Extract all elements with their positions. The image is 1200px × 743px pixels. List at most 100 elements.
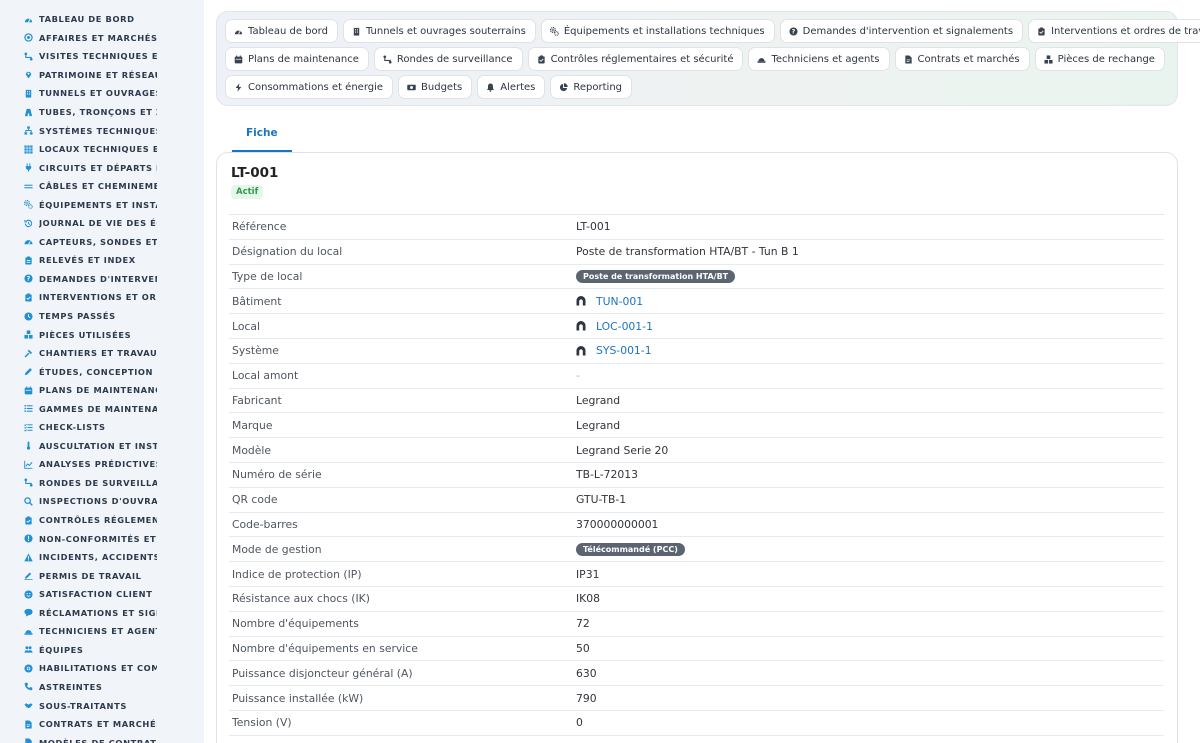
sidebar-item-label: TUBES, TRONÇONS ET ZO	[39, 107, 157, 117]
sidebar-item[interactable]: ASTREINTES	[0, 678, 204, 697]
route-icon	[24, 52, 33, 61]
sidebar-item-label: INTERVENTIONS ET ORDI	[39, 292, 157, 303]
file-contract-icon	[24, 719, 33, 729]
sidebar-item[interactable]: RELEVÉS ET INDEX	[0, 251, 204, 270]
tab-fiche[interactable]: Fiche	[232, 118, 292, 152]
sidebar-item[interactable]: TEMPS PASSÉS	[0, 307, 204, 326]
field-label: Nombre d'équipements en service	[232, 641, 418, 655]
sidebar-item[interactable]: NON-CONFORMITÉS ET A	[0, 529, 204, 548]
gears-icon	[549, 26, 559, 36]
sidebar-item-label: TABLEAU DE BORD	[39, 14, 135, 25]
record-link[interactable]: TUN-001	[576, 295, 643, 308]
shortcut-chip-label: Consommations et énergie	[248, 81, 384, 93]
building-icon	[24, 89, 33, 98]
sidebar-item[interactable]: HABILITATIONS ET COMP	[0, 659, 204, 678]
field-label: Indice de protection (IP)	[232, 567, 362, 581]
clipboard-check-icon	[24, 515, 33, 525]
sidebar-item[interactable]: TUBES, TRONÇONS ET ZO	[0, 103, 204, 122]
sidebar-item[interactable]: TUNNELS ET OUVRAGES	[0, 84, 204, 103]
sidebar-item[interactable]: MODÈLES DE CONTRATS	[0, 733, 204, 743]
certificate-icon	[24, 664, 33, 673]
shortcut-chip[interactable]: Tunnels et ouvrages souterrains	[342, 19, 536, 43]
shortcut-chip[interactable]: Techniciens et agents	[748, 47, 890, 71]
shortcut-chip-label: Reporting	[573, 81, 623, 93]
smile-icon	[24, 590, 33, 599]
shortcut-chip[interactable]: Équipements et installations techniques	[540, 19, 775, 43]
sidebar-item[interactable]: ÉTUDES, CONCEPTION ET	[0, 362, 204, 381]
sidebar-item[interactable]: INCIDENTS, ACCIDENTS E	[0, 548, 204, 567]
sidebar-item[interactable]: ANALYSES PRÉDICTIVES	[0, 455, 204, 474]
shortcut-chip[interactable]: Plans de maintenance	[225, 47, 369, 71]
sidebar-item[interactable]: CHANTIERS ET TRAVAUX	[0, 344, 204, 363]
sidebar-item[interactable]: AFFAIRES ET MARCHÉS	[0, 29, 204, 48]
field-label: Mode de gestion	[232, 542, 322, 556]
field-value: 50	[576, 641, 590, 655]
shortcut-chip[interactable]: Pièces de rechange	[1034, 47, 1165, 71]
field-label: Local	[232, 319, 260, 333]
shortcut-chip[interactable]: ? Demandes d'intervention et signalements	[779, 19, 1024, 43]
record-link[interactable]: LOC-001-1	[576, 320, 653, 333]
field-row: Numéro de série TB-L-72013	[229, 463, 1164, 488]
sidebar-item[interactable]: RONDES DE SURVEILLAN	[0, 474, 204, 493]
sidebar-item[interactable]: PERMIS DE TRAVAIL	[0, 566, 204, 585]
sidebar-item-label: RONDES DE SURVEILLAN	[39, 477, 157, 488]
sidebar-item[interactable]: CONTRÔLES RÉGLEMENT	[0, 511, 204, 530]
sidebar-item[interactable]: LOCAUX TECHNIQUES ET	[0, 140, 204, 159]
shortcut-chip[interactable]: Consommations et énergie	[225, 75, 394, 99]
sidebar-item[interactable]: INTERVENTIONS ET ORDI	[0, 288, 204, 307]
field-row: Local LOC-001-1	[229, 314, 1164, 339]
field-value: 72	[576, 617, 590, 631]
sidebar-item[interactable]: JOURNAL DE VIE DES ÉQ	[0, 214, 204, 233]
sidebar-item[interactable]: ÉQUIPEMENTS ET INSTAL	[0, 195, 204, 214]
sidebar-item[interactable]: PATRIMOINE ET RÉSEAUX	[0, 66, 204, 85]
field-row: Marque Legrand	[229, 413, 1164, 439]
field-value: Poste de transformation HTA/BT	[576, 269, 736, 283]
sidebar-item[interactable]: GAMMES DE MAINTENAN	[0, 399, 204, 418]
sidebar-item[interactable]: RÉCLAMATIONS ET SIGNA	[0, 604, 204, 623]
sidebar-item[interactable]: PIÈCES UTILISÉES	[0, 325, 204, 344]
handshake-icon	[24, 701, 33, 710]
sidebar-item[interactable]: ? DEMANDES D'INTERVENT	[0, 270, 204, 289]
svg-text:?: ?	[791, 28, 795, 35]
sidebar-item[interactable]: CHECK-LISTS	[0, 418, 204, 437]
helmet-icon	[24, 627, 33, 636]
shortcut-chip[interactable]: Budgets	[398, 75, 473, 99]
sidebar-item[interactable]: AUSCULTATION ET INSTR	[0, 437, 204, 456]
sidebar-item[interactable]: PLANS DE MAINTENANCE	[0, 381, 204, 400]
sidebar-item[interactable]: SYSTÈMES TECHNIQUES	[0, 121, 204, 140]
shortcut-chip[interactable]: Tableau de bord	[225, 19, 338, 43]
sidebar-item[interactable]: SOUS-TRAITANTS	[0, 696, 204, 715]
field-row: Tension (V) 0	[229, 711, 1164, 736]
sidebar-item-label: SATISFACTION CLIENT	[39, 589, 153, 600]
sidebar-item[interactable]: TECHNICIENS ET AGENTS	[0, 622, 204, 641]
record-card: LT-001 Actif Référence LT-001 Désignation …	[216, 152, 1178, 743]
sidebar-item[interactable]: CÂBLES ET CHEMINEMEN	[0, 177, 204, 196]
pencil-ruler-icon	[24, 367, 33, 376]
sidebar-item[interactable]: CAPTEURS, SONDES ET C	[0, 233, 204, 252]
sidebar-item[interactable]: CIRCUITS ET DÉPARTS ÉL	[0, 158, 204, 177]
shortcut-chip[interactable]: Reporting	[550, 75, 633, 99]
shortcut-chip[interactable]: Rondes de surveillance	[373, 47, 523, 71]
sidebar-item-label: CIRCUITS ET DÉPARTS ÉL	[39, 162, 157, 173]
gears-icon	[24, 200, 33, 210]
shortcut-chip[interactable]: Contrôles réglementaires et sécurité	[527, 47, 744, 71]
sidebar-item[interactable]: INSPECTIONS D'OUVRAG	[0, 492, 204, 511]
shortcut-chip[interactable]: Alertes	[477, 75, 546, 99]
sidebar-item[interactable]: CONTRATS ET MARCHÉS	[0, 715, 204, 734]
main-content: Tableau de bord Tunnels et ouvrages soute…	[204, 0, 1200, 743]
shortcut-chip[interactable]: Interventions et ordres de travail	[1028, 19, 1200, 43]
file-icon	[24, 738, 33, 743]
sidebar-item[interactable]: TABLEAU DE BORD	[0, 10, 204, 29]
history-icon	[24, 219, 33, 228]
field-row: Code-barres 370000000001	[229, 513, 1164, 538]
sidebar-item[interactable]: ÉQUIPES	[0, 641, 204, 660]
sidebar-item[interactable]: SATISFACTION CLIENT	[0, 585, 204, 604]
shortcut-chip[interactable]: Contrats et marchés	[894, 47, 1030, 71]
sidebar-item-label: SOUS-TRAITANTS	[39, 700, 127, 711]
boxes-icon	[1044, 54, 1053, 64]
sidebar-item[interactable]: VISITES TECHNIQUES ET	[0, 47, 204, 66]
clipboard-check-icon	[1037, 26, 1046, 36]
boxes-icon	[24, 330, 33, 339]
dashboard-icon	[24, 15, 33, 24]
record-link[interactable]: SYS-001-1	[576, 344, 652, 357]
